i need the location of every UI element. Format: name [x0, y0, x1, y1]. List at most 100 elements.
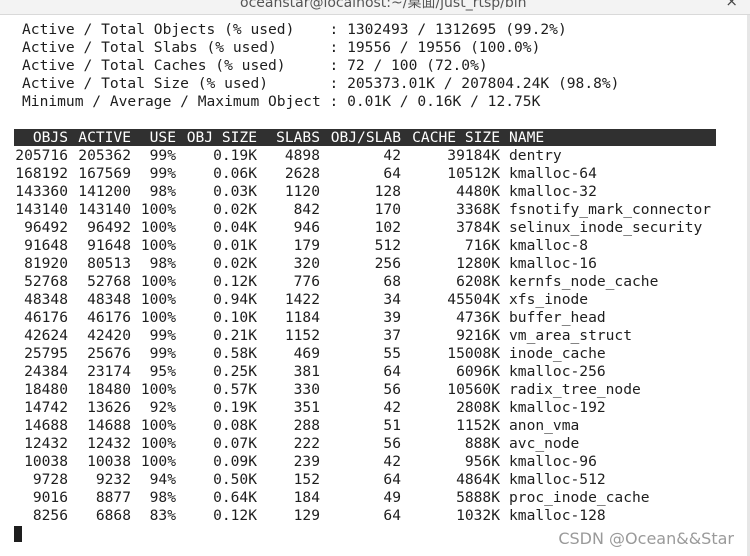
- cell-use: 100%: [140, 381, 176, 398]
- cell-name: dentry: [509, 147, 562, 164]
- summary-slabs-line: Active / Total Slabs (% used) : 19556 / …: [22, 39, 541, 56]
- cell-obj-size: 0.10K: [213, 309, 257, 326]
- table-row: 52768 52768 100% 0.12K 776 68 6208K kernfs_node…: [14, 273, 716, 291]
- table-row: 46176 46176 100% 0.10K 1184 39 4736K buffer_hea…: [14, 309, 716, 327]
- cell-use: 100%: [140, 273, 176, 290]
- cell-name: kmalloc-96: [509, 453, 597, 470]
- cell-obj-per-slab: 37: [383, 327, 401, 344]
- cell-cache-size: 10512K: [447, 165, 500, 182]
- cell-use: 100%: [140, 417, 176, 434]
- cell-obj-per-slab: 49: [383, 489, 401, 506]
- cell-name: kmalloc-16: [509, 255, 597, 272]
- summary-object-size-line: Minimum / Average / Maximum Object : 0.0…: [22, 93, 541, 110]
- cell-use: 92%: [149, 399, 176, 416]
- cell-obj-per-slab: 64: [383, 363, 401, 380]
- cell-cache-size: 1032K: [456, 507, 500, 524]
- table-row: 25795 25676 99% 0.58K 469 55 15008K inode_cache: [14, 345, 716, 363]
- cell-use: 100%: [140, 219, 176, 236]
- cell-obj-size: 0.09K: [213, 453, 257, 470]
- cell-use: 99%: [149, 327, 176, 344]
- window-title: oceanstar@localhost:~/桌面/just_rtsp/bin: [240, 0, 527, 11]
- table-row: 12432 12432 100% 0.07K 222 56 888K avc_node: [14, 435, 716, 453]
- table-row: 10038 10038 100% 0.09K 239 42 956K kmalloc-96: [14, 453, 716, 471]
- cell-objs: 81920: [24, 255, 68, 272]
- cell-objs: 12432: [24, 435, 68, 452]
- table-row: 9728 9232 94% 0.50K 152 64 4864K kmalloc-512: [14, 471, 716, 489]
- cell-obj-per-slab: 512: [374, 237, 401, 254]
- cell-obj-per-slab: 64: [383, 471, 401, 488]
- close-icon[interactable]: ×: [725, 0, 738, 10]
- cell-objs: 9016: [32, 489, 68, 506]
- cell-slabs: 1120: [284, 183, 320, 200]
- cell-obj-per-slab: 68: [383, 273, 401, 290]
- cell-cache-size: 6208K: [456, 273, 500, 290]
- cell-slabs: 946: [293, 219, 320, 236]
- cell-obj-size: 0.50K: [213, 471, 257, 488]
- table-header: OBJS ACTIVE USE OBJ SIZE SLABS OBJ/SLAB …: [14, 129, 716, 146]
- cell-use: 99%: [149, 165, 176, 182]
- cell-obj-per-slab: 34: [383, 291, 401, 308]
- cell-objs: 8256: [32, 507, 68, 524]
- cell-name: kmalloc-128: [509, 507, 606, 524]
- cell-cache-size: 4864K: [456, 471, 500, 488]
- cell-objs: 205716: [15, 147, 68, 164]
- cell-use: 98%: [149, 489, 176, 506]
- cell-slabs: 320: [293, 255, 320, 272]
- cell-obj-size: 0.25K: [213, 363, 257, 380]
- cell-slabs: 179: [293, 237, 320, 254]
- cell-cache-size: 4480K: [456, 183, 500, 200]
- cell-active: 13626: [87, 399, 131, 416]
- cell-objs: 48348: [24, 291, 68, 308]
- cell-obj-per-slab: 102: [374, 219, 401, 236]
- cell-slabs: 222: [293, 435, 320, 452]
- cell-obj-size: 0.58K: [213, 345, 257, 362]
- cell-obj-per-slab: 64: [383, 165, 401, 182]
- cell-obj-size: 0.12K: [213, 273, 257, 290]
- cell-name: kmalloc-192: [509, 399, 606, 416]
- cell-name: kmalloc-8: [509, 237, 589, 254]
- cell-slabs: 4898: [284, 147, 320, 164]
- cell-slabs: 184: [293, 489, 320, 506]
- cell-use: 94%: [149, 471, 176, 488]
- cell-active: 141200: [78, 183, 131, 200]
- cell-active: 42420: [87, 327, 131, 344]
- cell-use: 100%: [140, 237, 176, 254]
- window-titlebar[interactable]: oceanstar@localhost:~/桌面/just_rtsp/bin ×: [0, 0, 750, 15]
- header-obj-per-slab: OBJ/SLAB: [330, 129, 401, 146]
- cell-objs: 143140: [15, 201, 68, 218]
- terminal-cursor: [14, 526, 22, 542]
- cell-obj-per-slab: 42: [383, 399, 401, 416]
- cell-objs: 14742: [24, 399, 68, 416]
- cell-cache-size: 716K: [464, 237, 500, 254]
- cell-active: 9232: [95, 471, 131, 488]
- cell-use: 83%: [149, 507, 176, 524]
- cell-slabs: 842: [293, 201, 320, 218]
- cell-use: 99%: [149, 345, 176, 362]
- cell-objs: 14688: [24, 417, 68, 434]
- cell-active: 46176: [87, 309, 131, 326]
- table-row: 9016 8877 98% 0.64K 184 49 5888K proc_inode_cac…: [14, 489, 716, 507]
- cell-cache-size: 6096K: [456, 363, 500, 380]
- cell-name: kernfs_node_cache: [509, 273, 659, 290]
- cell-slabs: 288: [293, 417, 320, 434]
- cell-obj-size: 0.12K: [213, 507, 257, 524]
- header-objs: OBJS: [32, 129, 68, 146]
- cell-use: 95%: [149, 363, 176, 380]
- cell-obj-size: 0.04K: [213, 219, 257, 236]
- cell-active: 6868: [95, 507, 131, 524]
- cell-active: 10038: [87, 453, 131, 470]
- cell-slabs: 381: [293, 363, 320, 380]
- table-row: 143360 141200 98% 0.03K 1120 128 4480K kmalloc-…: [14, 183, 716, 201]
- cell-obj-per-slab: 56: [383, 381, 401, 398]
- table-row: 24384 23174 95% 0.25K 381 64 6096K kmalloc-256: [14, 363, 716, 381]
- cell-use: 100%: [140, 309, 176, 326]
- cell-objs: 52768: [24, 273, 68, 290]
- table-row: 96492 96492 100% 0.04K 946 102 3784K selinux_in…: [14, 219, 716, 237]
- cell-cache-size: 45504K: [447, 291, 500, 308]
- cell-active: 143140: [78, 201, 131, 218]
- cell-cache-size: 1280K: [456, 255, 500, 272]
- cell-objs: 143360: [15, 183, 68, 200]
- cell-cache-size: 39184K: [447, 147, 500, 164]
- cell-name: anon_vma: [509, 417, 580, 434]
- cell-slabs: 1422: [284, 291, 320, 308]
